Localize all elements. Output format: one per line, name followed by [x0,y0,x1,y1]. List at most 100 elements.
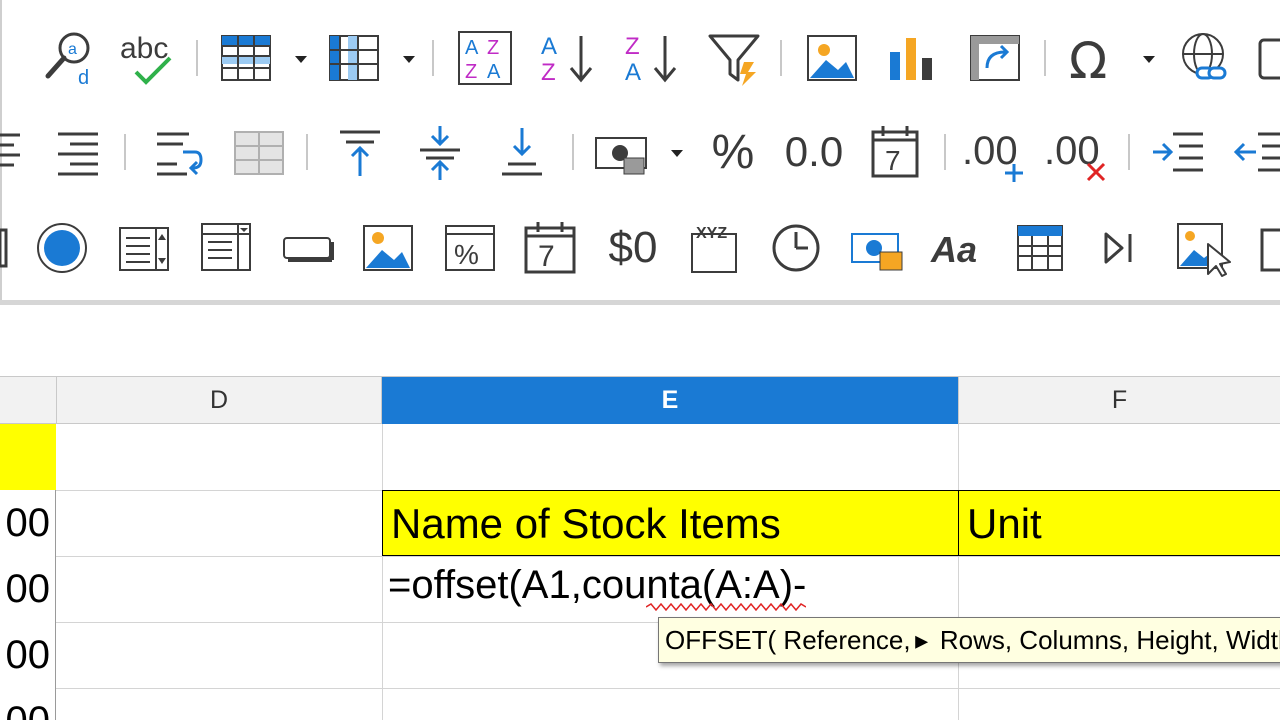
sort-ascending-icon[interactable]: A Z [536,18,602,98]
standard-toolbar: a d abc A Z Z A A Z Z A Ω [0,18,1280,98]
find-replace-icon[interactable]: a d [38,18,102,98]
navigation-bar-icon[interactable] [1088,208,1152,288]
separator [780,40,782,76]
separator [432,40,434,76]
table-control-icon[interactable] [1008,208,1072,288]
percent-format-icon[interactable]: % [700,112,766,192]
align-bottom-icon[interactable] [490,112,554,192]
svg-text:%: % [454,239,479,270]
toolbar-bottom-border [0,300,1280,305]
cell-f2[interactable]: Unit [958,490,1280,556]
combo-box-icon[interactable] [194,208,258,288]
chart-icon[interactable] [880,18,944,98]
spelling-icon-text: abc [120,32,168,65]
add-decimal-icon[interactable]: .00 [958,112,1034,192]
sort-letter: Z [487,37,499,59]
sort-icon[interactable]: A Z Z A [452,18,518,98]
sort-descending-icon[interactable]: Z A [620,18,686,98]
separator [944,134,946,170]
numerical-field-icon[interactable] [844,208,910,288]
image-icon[interactable] [800,18,864,98]
date-field-icon[interactable]: 7 [518,208,582,288]
sort-letter: A [625,59,641,86]
chevron-down-icon[interactable] [670,146,684,160]
cell-c5[interactable]: 00 [0,688,56,720]
hyperlink-icon[interactable] [1172,18,1238,98]
cell-c4[interactable]: 00 [0,622,56,688]
push-button-icon[interactable] [276,208,340,288]
align-top-icon[interactable] [328,112,392,192]
column-header-f[interactable]: F [959,377,1280,424]
column-header-bar: D E F [0,376,1280,424]
column-header-d[interactable]: D [57,377,382,424]
row-icon[interactable] [214,18,278,98]
sort-letter: A [465,37,479,59]
column-icon[interactable] [322,18,386,98]
date-format-icon[interactable]: 7 [862,112,928,192]
control-icon[interactable] [0,208,10,288]
form-control-icon[interactable] [1256,208,1280,288]
currency-format-icon[interactable] [588,112,658,192]
separator [572,134,574,170]
spreadsheet-grid: D E F 00 00 00 00 Name of Stock Items Un… [0,366,1280,720]
cell-e2[interactable]: Name of Stock Items [382,490,959,556]
form-controls-toolbar: % 7 $0 XYZ Aa [0,208,1280,288]
svg-text:a: a [68,41,77,58]
option-button-icon[interactable] [30,208,94,288]
currency-field-icon[interactable]: $0 [598,208,668,288]
image-control-icon[interactable] [356,208,420,288]
svg-text:Ω: Ω [1069,32,1107,86]
chevron-down-icon[interactable] [402,52,416,66]
image-button-icon[interactable] [1170,208,1236,288]
fontwork-text: Aa [930,229,977,270]
chevron-down-icon[interactable] [1142,52,1156,66]
cell-c2[interactable]: 00 [0,490,56,556]
wrap-text-icon[interactable] [144,112,210,192]
formatting-toolbar: % 0.0 7 .00 .00 [0,112,1280,192]
column-header-c[interactable] [0,377,57,424]
date-field-number: 7 [538,240,555,273]
separator [124,134,126,170]
grid-line [382,424,383,720]
center-vertically-icon[interactable] [408,112,472,192]
add-decimal-text: .00 [962,129,1018,173]
formatted-field-icon[interactable]: % [438,208,502,288]
svg-text:d: d [78,67,89,88]
column-header-e[interactable]: E [382,377,959,424]
cell-c1[interactable] [0,424,56,490]
merge-cells-icon[interactable] [226,112,292,192]
align-right-icon[interactable] [46,112,110,192]
sort-letter: A [487,61,501,83]
sort-letter: A [541,33,557,60]
sort-letter: Z [625,33,640,60]
spelling-icon[interactable]: abc [114,18,184,98]
align-center-icon[interactable] [0,112,26,192]
pivot-table-icon[interactable] [962,18,1028,98]
decrease-indent-icon[interactable] [1230,112,1280,192]
comment-icon[interactable] [1252,18,1280,98]
separator [1128,134,1130,170]
spellcheck-underline [646,603,806,611]
function-tooltip: OFFSET( Reference, ▸ Rows, Columns, Heigh… [658,617,1280,663]
toolbar-area: a d abc A Z Z A A Z Z A Ω % 0.0 7 .00 .0… [0,0,1280,305]
time-field-icon[interactable] [764,208,828,288]
separator [1044,40,1046,76]
pattern-field-text: XYZ [696,225,727,242]
separator [196,40,198,76]
grid-line [958,424,959,720]
pattern-field-icon[interactable]: XYZ [682,208,746,288]
tooltip-params: Rows, Columns, Height, Width [932,625,1280,655]
fontwork-icon[interactable]: Aa [926,208,992,288]
increase-indent-icon[interactable] [1146,112,1212,192]
list-box-icon[interactable] [112,208,176,288]
cell-c3[interactable]: 00 [0,556,56,622]
special-character-icon[interactable]: Ω [1060,18,1126,98]
sort-letter: Z [465,61,477,83]
autofilter-icon[interactable] [702,18,766,98]
number-format-icon[interactable]: 0.0 [776,112,852,192]
separator [306,134,308,170]
chevron-down-icon[interactable] [294,52,308,66]
tooltip-function: OFFSET( Reference, [665,625,911,655]
date-format-number: 7 [885,145,901,176]
delete-decimal-icon[interactable]: .00 [1040,112,1116,192]
